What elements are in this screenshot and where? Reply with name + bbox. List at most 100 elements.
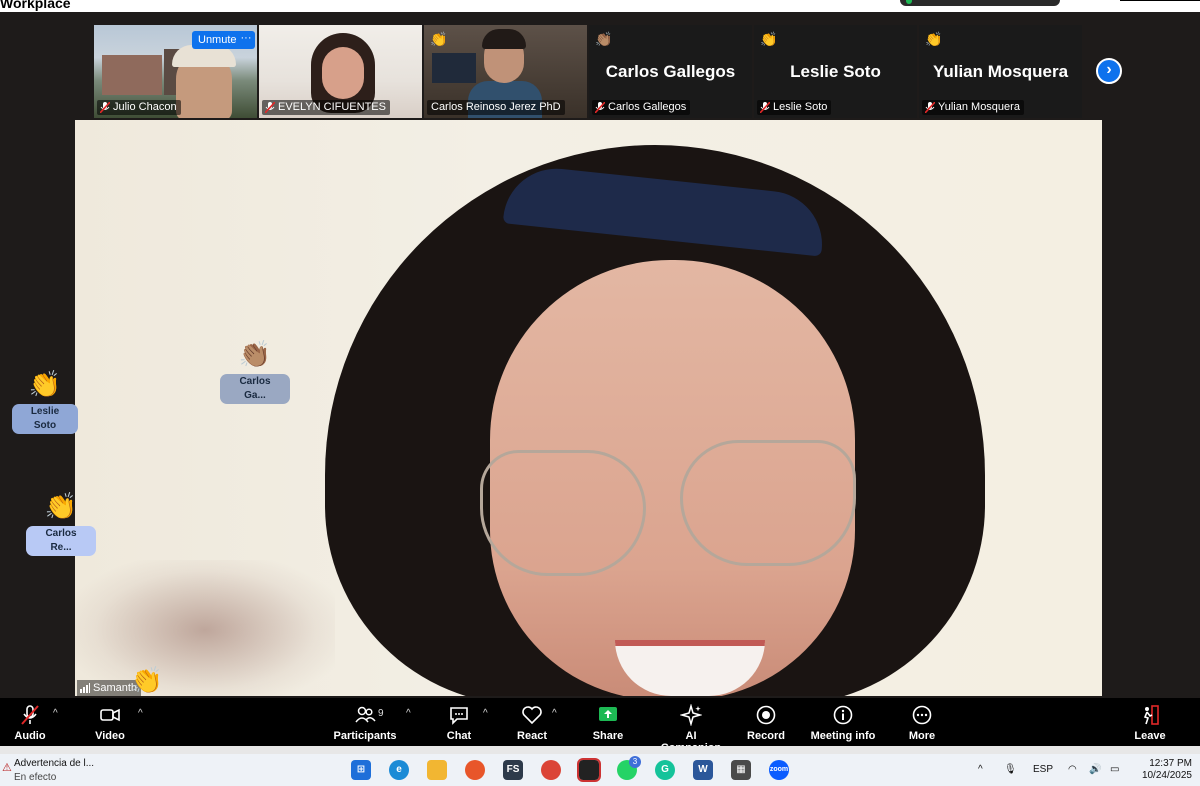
chat-button[interactable]: Chat [440, 698, 478, 746]
participant-name: Julio Chacon [97, 100, 181, 115]
share-button[interactable]: Share [588, 698, 628, 746]
record-button[interactable]: Record [746, 698, 786, 746]
participant-name: Leslie Soto [757, 100, 832, 115]
participant-tile[interactable]: 👏🏽 Carlos Gallegos Carlos Gallegos [589, 25, 752, 118]
status-dot-icon [906, 0, 912, 4]
signal-bars-icon [80, 683, 90, 693]
calculator-icon[interactable]: ▦ [731, 760, 751, 780]
mic-muted-icon [925, 102, 935, 113]
participant-tile[interactable]: 👏 Leslie Soto Leslie Soto [754, 25, 917, 118]
active-speaker-video[interactable] [75, 120, 1102, 696]
mic-muted-icon [10, 704, 50, 730]
floating-reaction: 👏 Carlos Re... [26, 492, 96, 556]
background-window-strip [0, 746, 1200, 754]
audio-button[interactable]: Audio [10, 698, 50, 746]
blurred-hand [75, 560, 335, 696]
participants-options-caret[interactable]: ^ [406, 708, 411, 719]
zoom-icon[interactable]: zoom [769, 760, 789, 780]
whatsapp-badge: 3 [629, 756, 641, 768]
meeting-info-button[interactable]: Meeting info [808, 698, 878, 746]
warning-icon: ⚠ [2, 762, 12, 774]
chat-options-caret[interactable]: ^ [483, 708, 488, 719]
participant-name-text: EVELYN CIFUENTES [278, 101, 386, 113]
volume-icon[interactable]: 🔊 [1089, 764, 1101, 775]
react-options-caret[interactable]: ^ [552, 708, 557, 719]
participant-face [322, 47, 364, 99]
info-icon [808, 704, 878, 730]
notification-subtitle: En efecto [14, 772, 57, 783]
unmute-button[interactable]: Unmute [192, 31, 243, 49]
clap-reaction-icon: 👏 [28, 369, 62, 399]
clap-reaction-icon: 👏 [430, 31, 448, 47]
clap-reaction-icon: 👏🏽 [238, 339, 272, 369]
react-button[interactable]: React [512, 698, 552, 746]
edge-icon[interactable]: e [389, 760, 409, 780]
participant-display-name: Leslie Soto [790, 62, 881, 81]
clap-reaction-icon: 👏 [44, 491, 78, 521]
audio-label: Audio [14, 730, 46, 742]
participant-name: EVELYN CIFUENTES [262, 100, 390, 115]
tile-more-button[interactable]: ··· [237, 31, 255, 49]
next-page-button[interactable]: › [1096, 58, 1122, 84]
notification-title: Advertencia de l... [14, 758, 95, 769]
participant-name-text: Yulian Mosquera [938, 101, 1020, 113]
more-icon [902, 704, 942, 730]
os-taskbar: ⚠ Advertencia de l... En efecto ⊞ e FS 3… [0, 754, 1200, 786]
clap-reaction-icon: 👏 [130, 665, 164, 695]
participant-name: Carlos Gallegos [592, 100, 691, 115]
participant-tile[interactable]: 👏 Yulian Mosquera Yulian Mosquera [919, 25, 1082, 118]
ai-companion-button[interactable]: AI Companion [654, 698, 728, 754]
glasses-left [480, 450, 646, 576]
react-label: React [517, 730, 547, 742]
participant-name-text: Leslie Soto [773, 101, 828, 113]
camera-icon [90, 704, 130, 730]
audio-options-caret[interactable]: ^ [53, 708, 58, 719]
app-fss-icon[interactable]: FS [503, 760, 523, 780]
floating-reaction: 👏🏽 Carlos Ga... [220, 340, 290, 404]
participant-name: Carlos Reinoso Jerez PhD [427, 100, 565, 115]
background-building [102, 55, 162, 95]
leave-button[interactable]: Leave [1130, 698, 1170, 746]
meeting-info-label: Meeting info [810, 730, 876, 742]
participant-tile[interactable]: EVELYN CIFUENTES [259, 25, 422, 118]
video-options-caret[interactable]: ^ [138, 708, 143, 719]
taskbar-clock[interactable]: 12:37 PM 10/24/2025 [1136, 758, 1192, 782]
window-titlebar: Workplace [0, 0, 1200, 12]
language-indicator[interactable]: ESP [1033, 764, 1053, 775]
mic-muted-icon [265, 102, 275, 113]
participant-display-name: Yulian Mosquera [932, 62, 1069, 81]
leave-label: Leave [1134, 730, 1166, 742]
meeting-status-pill[interactable] [900, 0, 1060, 6]
thumbnail-strip: Unmute ··· Julio Chacon EVELYN CIFUENTES… [94, 25, 1084, 118]
participant-tile[interactable]: 👏 Carlos Reinoso Jerez PhD [424, 25, 587, 118]
microphone-icon[interactable]: 🎙 [1004, 764, 1017, 775]
wifi-icon[interactable]: ◠ [1068, 764, 1077, 775]
grammarly-icon[interactable]: G [655, 760, 675, 780]
floating-reaction: 👏 Leslie Soto [12, 370, 78, 434]
background-monitor [432, 53, 476, 83]
file-explorer-icon[interactable] [427, 760, 447, 780]
participants-button[interactable]: Participants [332, 698, 398, 746]
battery-icon[interactable]: ▭ [1110, 764, 1119, 775]
clap-reaction-icon: 👏 [925, 31, 943, 47]
chat-icon [440, 704, 478, 730]
record-label: Record [747, 730, 785, 742]
windows-start-icon[interactable]: ⊞ [351, 760, 371, 780]
sticky-notes-icon[interactable] [577, 758, 601, 782]
chevron-up-icon[interactable]: ^ [978, 764, 983, 775]
more-button[interactable]: More [902, 698, 942, 746]
clap-reaction-icon: 👏 [760, 31, 778, 47]
participant-tile[interactable]: Unmute ··· Julio Chacon [94, 25, 257, 118]
chrome-icon[interactable] [541, 760, 561, 780]
record-icon [746, 704, 786, 730]
word-icon[interactable]: W [693, 760, 713, 780]
leave-icon [1130, 704, 1170, 730]
mic-muted-icon [595, 102, 605, 113]
participant-name: Yulian Mosquera [922, 100, 1024, 115]
clap-reaction-icon: 👏🏽 [595, 31, 613, 47]
video-button[interactable]: Video [90, 698, 130, 746]
firefox-icon[interactable] [465, 760, 485, 780]
share-screen-icon [588, 704, 628, 730]
clock-date: 10/24/2025 [1141, 770, 1192, 781]
mic-muted-icon [760, 102, 770, 113]
